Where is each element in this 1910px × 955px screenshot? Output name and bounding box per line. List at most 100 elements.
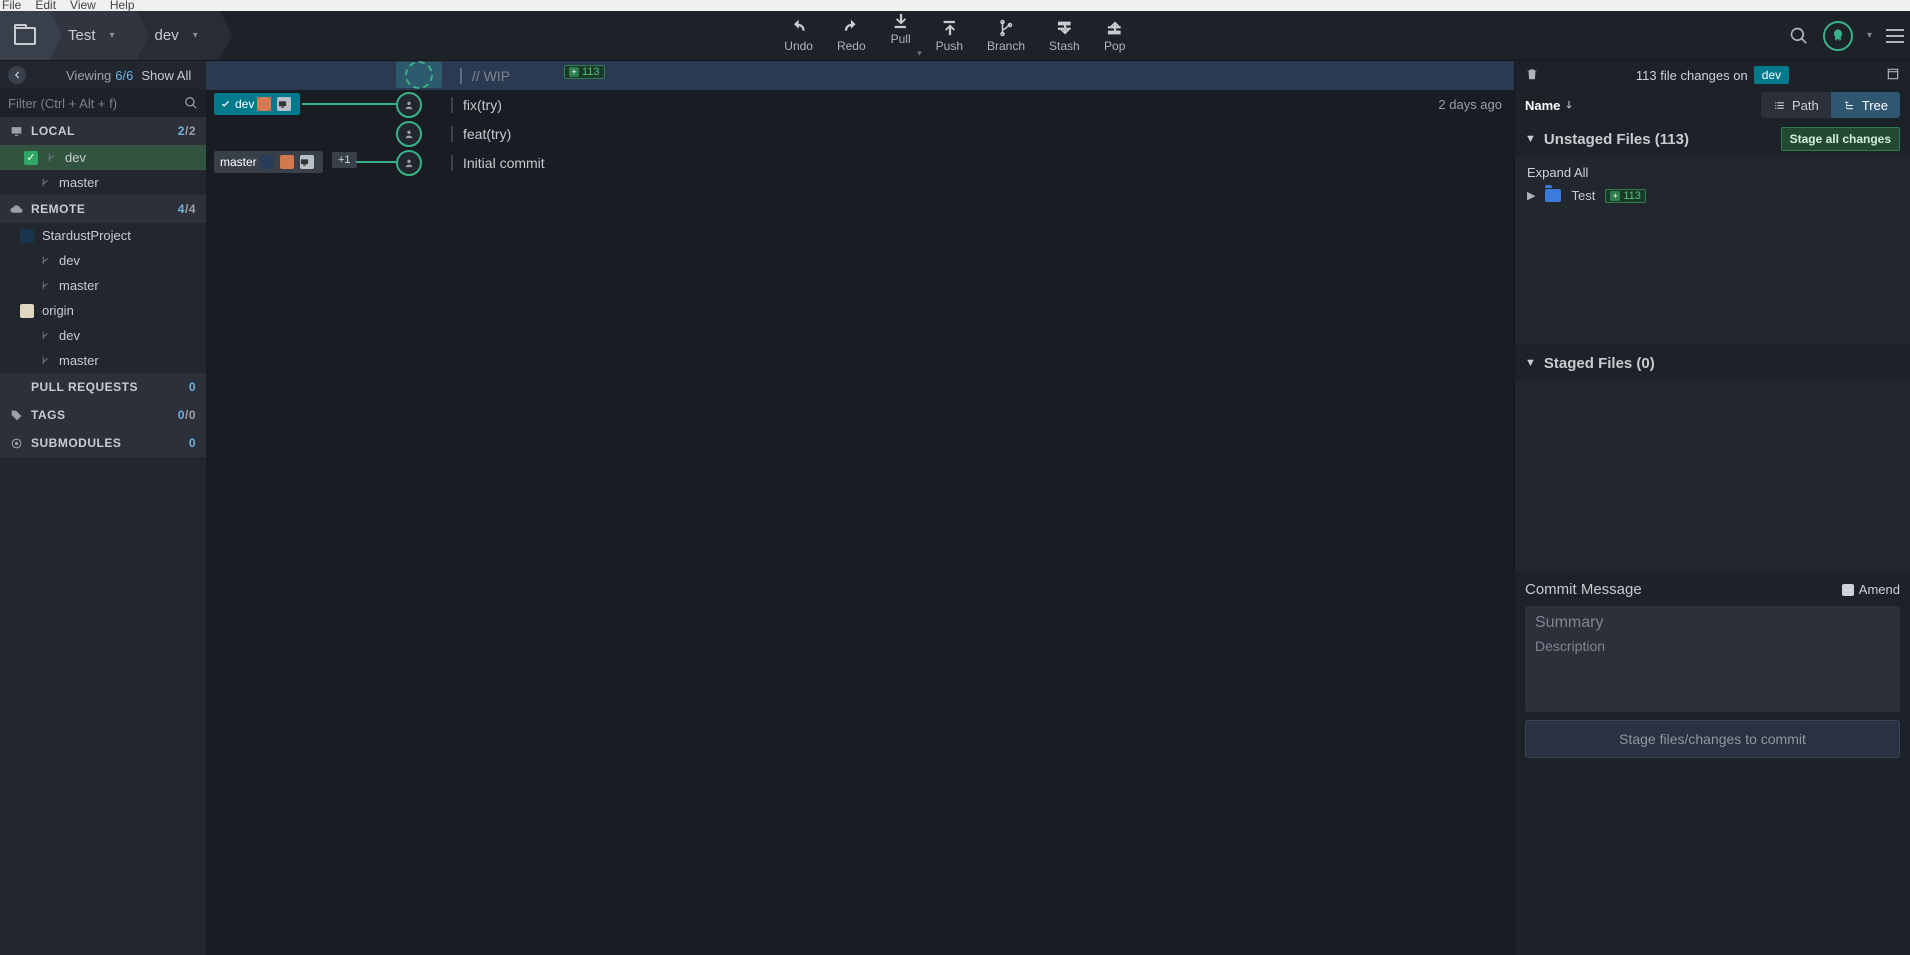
expand-all-button[interactable]: Expand All: [1525, 161, 1900, 184]
stash-button[interactable]: Stash: [1049, 19, 1080, 53]
pop-button[interactable]: Pop: [1104, 19, 1126, 53]
tags-count-a: 0: [178, 408, 185, 422]
pull-button[interactable]: Pull ▾: [890, 12, 912, 59]
maximize-panel-button[interactable]: [1886, 67, 1900, 84]
breadcrumb-home[interactable]: [0, 11, 50, 60]
unstaged-folder-count-value: 113: [1623, 190, 1641, 202]
branch-icon: [40, 330, 51, 341]
commit-button[interactable]: Stage files/changes to commit: [1525, 720, 1900, 758]
sidebar-remote-origin[interactable]: origin: [0, 298, 206, 323]
undo-icon: [788, 19, 810, 37]
remote-count-b: /4: [185, 202, 196, 216]
remote-avatar-icon: [260, 155, 274, 169]
pull-label: Pull: [891, 32, 911, 46]
remote-avatar-icon: [280, 155, 294, 169]
undo-button[interactable]: Undo: [784, 19, 813, 53]
commit-message-input[interactable]: Summary Description: [1525, 606, 1900, 712]
folder-icon: [14, 27, 36, 45]
sidebar-section-remote[interactable]: REMOTE 4/4: [0, 195, 206, 223]
branch-icon: [40, 177, 51, 188]
sidebar-local-master[interactable]: master: [0, 170, 206, 195]
menu-view[interactable]: View: [70, 0, 96, 10]
separator: [460, 68, 462, 84]
unstaged-folder-row[interactable]: ▶ Test +113: [1525, 184, 1900, 207]
sidebar-section-tags[interactable]: TAGS 0/0: [0, 401, 206, 429]
tags-title: TAGS: [31, 408, 65, 422]
viewing-count: 6/6: [115, 68, 133, 83]
unstaged-title: Unstaged Files (113): [1544, 131, 1689, 148]
search-icon[interactable]: [1789, 26, 1809, 46]
left-sidebar: Viewing 6/6 Show All Filter (Ctrl + Alt …: [0, 61, 206, 955]
remote-origin-dev-label: dev: [59, 328, 80, 343]
commit-row[interactable]: master +1 Initial commit: [206, 148, 1514, 177]
commit-row-wip[interactable]: // WIP +113: [206, 61, 1514, 90]
sidebar-remote-stardust[interactable]: StardustProject: [0, 223, 206, 248]
sidebar-remote-stardust-label: StardustProject: [42, 228, 131, 243]
chevron-down-icon[interactable]: ▾: [1867, 30, 1872, 41]
sidebar-remote-stardust-dev[interactable]: dev: [0, 248, 206, 273]
push-icon: [938, 19, 960, 37]
tags-count-b: /0: [185, 408, 196, 422]
sidebar-section-local[interactable]: LOCAL 2/2: [0, 117, 206, 145]
back-button[interactable]: [8, 66, 26, 84]
pull-request-icon: [10, 381, 23, 394]
sidebar-section-local-title: LOCAL: [31, 124, 75, 138]
menu-file[interactable]: File: [2, 0, 21, 10]
breadcrumb-branch-label: dev: [155, 27, 179, 44]
stash-icon: [1053, 19, 1075, 37]
right-panel-sort-row: Name Path Tree: [1515, 89, 1910, 121]
show-all-button[interactable]: Show All: [141, 68, 191, 83]
discard-all-button[interactable]: [1525, 67, 1539, 84]
plus-icon: +: [569, 67, 579, 77]
commit-area: Commit Message Amend Summary Description…: [1515, 571, 1910, 768]
sort-name-label: Name: [1525, 98, 1560, 113]
trash-icon: [1525, 67, 1539, 81]
sidebar-local-dev[interactable]: ✓ dev: [0, 145, 206, 170]
profile-button[interactable]: [1823, 21, 1853, 51]
commit-message: Initial commit: [463, 155, 545, 171]
commit-message: feat(try): [463, 126, 511, 142]
commit-time: 2 days ago: [1438, 97, 1502, 112]
staged-section-header[interactable]: ▼ Staged Files (0): [1515, 345, 1910, 381]
branch-icon: [40, 255, 51, 266]
wip-count-value: 113: [582, 66, 600, 78]
hamburger-icon[interactable]: [1886, 29, 1904, 43]
branch-tag-dev[interactable]: dev: [214, 93, 300, 115]
list-icon: [1773, 99, 1786, 112]
branch-button[interactable]: Branch: [987, 19, 1025, 53]
remote-origin-master-label: master: [59, 353, 99, 368]
unstaged-section-header[interactable]: ▼ Unstaged Files (113) Stage all changes: [1515, 121, 1910, 157]
branch-label: Branch: [987, 39, 1025, 53]
push-button[interactable]: Push: [936, 19, 963, 53]
sort-by-name[interactable]: Name: [1525, 98, 1577, 113]
branch-tag-master[interactable]: master: [214, 151, 323, 173]
redo-button[interactable]: Redo: [837, 19, 866, 53]
view-mode-tree[interactable]: Tree: [1831, 92, 1900, 118]
wip-change-count: +113: [564, 65, 605, 79]
sidebar-remote-origin-dev[interactable]: dev: [0, 323, 206, 348]
view-mode-path[interactable]: Path: [1761, 92, 1831, 118]
sidebar-remote-origin-master[interactable]: master: [0, 348, 206, 373]
unstaged-folder-count: +113: [1605, 189, 1646, 203]
commit-row[interactable]: feat(try): [206, 119, 1514, 148]
remote-avatar-icon: [20, 229, 34, 243]
breadcrumb: Test ▾ dev ▾: [0, 11, 220, 60]
breadcrumb-repo[interactable]: Test ▾: [50, 11, 137, 60]
sidebar-remote-stardust-master[interactable]: master: [0, 273, 206, 298]
separator: [451, 155, 453, 171]
breadcrumb-branch[interactable]: dev ▾: [137, 11, 220, 60]
stage-all-button[interactable]: Stage all changes: [1781, 127, 1900, 151]
submodule-icon: [10, 437, 23, 450]
remote-avatar-icon: [257, 97, 271, 111]
branch-more-count[interactable]: +1: [332, 152, 357, 168]
cloud-icon: [10, 203, 23, 216]
sidebar-section-submodules[interactable]: SUBMODULES 0: [0, 429, 206, 457]
sidebar-filter[interactable]: Filter (Ctrl + Alt + f): [0, 89, 206, 117]
amend-checkbox[interactable]: Amend: [1842, 582, 1900, 597]
maximize-icon: [1886, 67, 1900, 81]
commit-row[interactable]: dev fix(try) 2 days ago: [206, 90, 1514, 119]
wip-node-icon: [405, 61, 433, 89]
menu-edit[interactable]: Edit: [35, 0, 56, 10]
sidebar-section-pull-requests[interactable]: PULL REQUESTS 0: [0, 373, 206, 401]
menu-help[interactable]: Help: [110, 0, 135, 10]
